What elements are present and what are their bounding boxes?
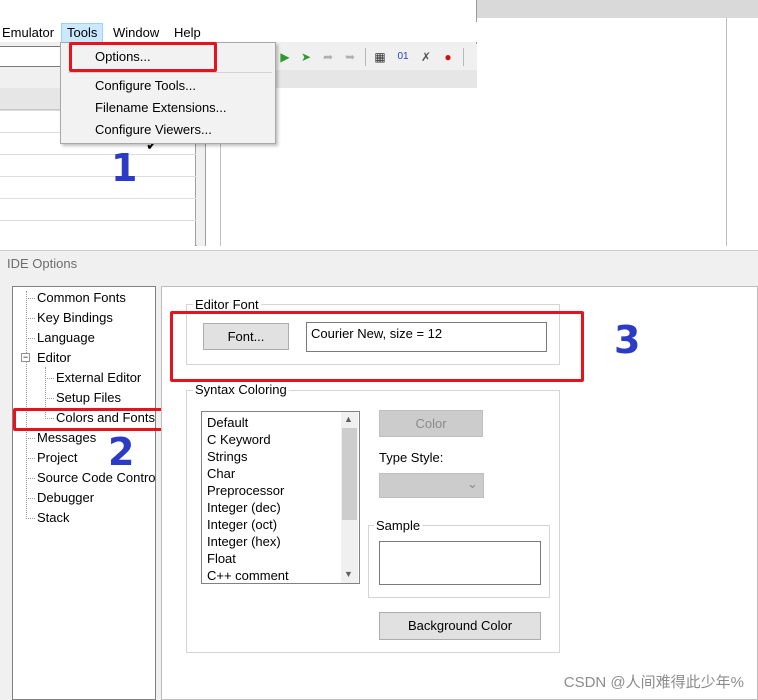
watermark: CSDN @人间难得此少年% xyxy=(563,674,744,691)
background-window-panel xyxy=(477,18,727,246)
tree-item-editor[interactable]: Editor xyxy=(37,350,71,365)
list-item[interactable]: Float xyxy=(207,551,236,566)
list-item[interactable]: Integer (dec) xyxy=(207,500,281,515)
tree-connector xyxy=(45,398,54,399)
list-item[interactable]: Integer (oct) xyxy=(207,517,277,532)
scroll-up-icon[interactable]: ▲ xyxy=(344,414,353,424)
toolbar-combo-box[interactable] xyxy=(0,46,62,67)
editor-font-group-title: Editor Font xyxy=(193,297,261,312)
list-scrollbar-thumb[interactable] xyxy=(342,428,357,520)
syntax-coloring-group-title: Syntax Coloring xyxy=(193,382,289,397)
menu-bar: Emulator Tools Window Help xyxy=(0,22,477,43)
grid-line xyxy=(0,176,196,177)
tree-connector xyxy=(45,378,54,379)
binary-view-icon[interactable]: 01 xyxy=(394,48,412,66)
tree-item-language[interactable]: Language xyxy=(37,330,95,345)
dialog-title: IDE Options xyxy=(7,256,78,271)
title-bar-area xyxy=(0,0,476,22)
tree-connector xyxy=(26,298,35,299)
menu-item-configure-viewers[interactable]: Configure Viewers... xyxy=(95,122,212,137)
tree-connector xyxy=(26,338,35,339)
list-item[interactable]: Char xyxy=(207,466,235,481)
annotation-number-3: 3 xyxy=(614,318,641,362)
grid-line xyxy=(0,220,196,221)
annotation-number-1: 1 xyxy=(111,146,138,190)
background-color-button[interactable]: Background Color xyxy=(379,612,541,640)
menu-help[interactable]: Help xyxy=(169,24,206,42)
tree-connector xyxy=(26,291,27,519)
breakpoint-icon[interactable]: ● xyxy=(439,48,457,66)
menu-separator xyxy=(68,72,272,73)
tree-connector xyxy=(26,498,35,499)
annotation-box-options xyxy=(69,42,217,72)
grid-line xyxy=(0,198,196,199)
list-item[interactable]: Default xyxy=(207,415,248,430)
list-item[interactable]: Preprocessor xyxy=(207,483,284,498)
tree-item-source-code-control[interactable]: Source Code Contro xyxy=(37,470,155,485)
annotation-box-editor-font xyxy=(170,311,584,382)
breakpoint-disable-icon[interactable]: ✗ xyxy=(417,48,435,66)
tree-connector xyxy=(26,318,35,319)
disassembly-icon[interactable]: ▦ xyxy=(371,48,389,66)
menu-item-configure-tools[interactable]: Configure Tools... xyxy=(95,78,196,93)
tree-item-stack[interactable]: Stack xyxy=(37,510,70,525)
chevron-down-icon: ⌄ xyxy=(467,476,478,491)
toolbar-separator xyxy=(463,48,464,66)
background-window-strip xyxy=(477,0,758,18)
color-button[interactable]: Color xyxy=(379,410,483,437)
tree-item-external-editor[interactable]: External Editor xyxy=(56,370,141,385)
annotation-box-colors-and-fonts xyxy=(13,408,167,431)
tree-item-key-bindings[interactable]: Key Bindings xyxy=(37,310,113,325)
list-item[interactable]: Strings xyxy=(207,449,247,464)
sample-group-title: Sample xyxy=(374,518,423,533)
tree-item-project[interactable]: Project xyxy=(37,450,77,465)
tree-item-common-fonts[interactable]: Common Fonts xyxy=(37,290,126,305)
tree-connector xyxy=(26,518,35,519)
tree-item-setup-files[interactable]: Setup Files xyxy=(56,390,121,405)
type-style-label: Type Style: xyxy=(379,450,444,465)
tree-item-debugger[interactable]: Debugger xyxy=(37,490,94,505)
syntax-element-list[interactable]: Default C Keyword Strings Char Preproces… xyxy=(201,411,360,584)
sample-preview xyxy=(379,541,541,585)
tree-connector xyxy=(26,478,35,479)
menu-emulator[interactable]: Emulator xyxy=(0,24,59,42)
collapse-toggle-icon[interactable]: − xyxy=(21,353,30,362)
arrow-right-green-icon[interactable]: ▶ xyxy=(276,48,294,66)
scroll-down-icon[interactable]: ▼ xyxy=(344,569,353,579)
tree-connector xyxy=(26,458,35,459)
list-item[interactable]: C++ comment xyxy=(207,568,289,583)
annotation-number-2: 2 xyxy=(108,430,135,474)
step-back-icon[interactable]: ➦ xyxy=(319,48,337,66)
list-item[interactable]: Integer (hex) xyxy=(207,534,281,549)
list-item[interactable]: C Keyword xyxy=(207,432,271,447)
menu-item-filename-extensions[interactable]: Filename Extensions... xyxy=(95,100,227,115)
step-forward-icon[interactable]: ➤ xyxy=(297,48,315,66)
grid-line xyxy=(0,154,196,155)
tree-item-messages[interactable]: Messages xyxy=(37,430,96,445)
step-out-icon[interactable]: ➥ xyxy=(341,48,359,66)
menu-window[interactable]: Window xyxy=(108,24,164,42)
menu-tools[interactable]: Tools xyxy=(61,23,104,43)
toolbar-separator xyxy=(365,48,366,66)
tree-connector xyxy=(26,438,35,439)
background-window-panel-edge xyxy=(727,18,758,246)
